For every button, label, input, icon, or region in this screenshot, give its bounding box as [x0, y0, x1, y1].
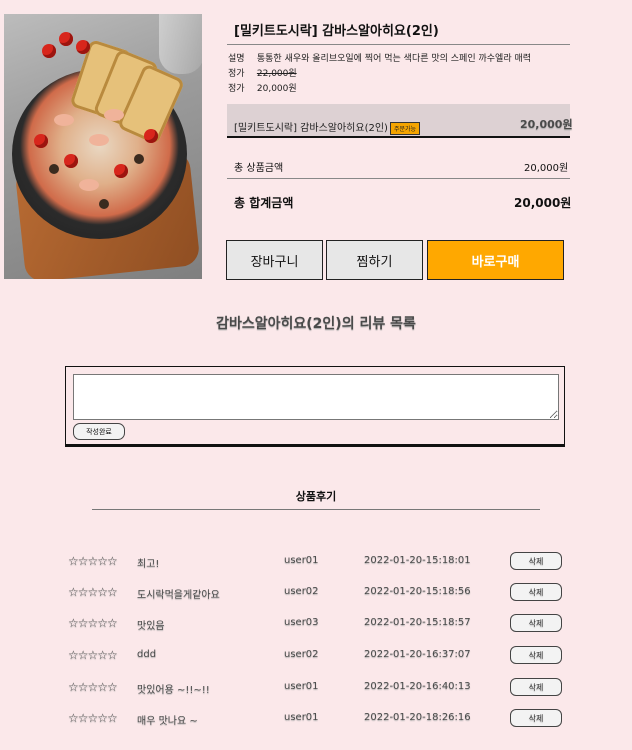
delete-review-button[interactable]: 삭제 — [510, 678, 562, 696]
review-date: 2022-01-20-15:18:57 — [364, 617, 471, 628]
rating-stars: ☆☆☆☆☆ — [68, 648, 118, 662]
review-content: 최고! — [137, 559, 160, 570]
delete-review-button[interactable]: 삭제 — [510, 583, 562, 601]
review-content: 도시락먹을게같아요 — [137, 590, 220, 601]
delete-review-button[interactable]: 삭제 — [510, 709, 562, 727]
reviews-section-title: 상품후기 — [295, 490, 337, 503]
rating-stars: ☆☆☆☆☆ — [68, 554, 118, 568]
delete-review-button[interactable]: 삭제 — [510, 646, 562, 664]
review-content: 매우 맛나요 ~ — [137, 716, 198, 727]
product-title: [밀키트도시락] 감바스알아히요(2인) — [234, 24, 439, 39]
grand-total-label: 총 합계금액 — [234, 196, 294, 210]
price-row: 정가 20,000원 — [228, 81, 297, 94]
review-user: user01 — [284, 681, 319, 692]
delete-review-button[interactable]: 삭제 — [510, 614, 562, 632]
add-to-cart-button[interactable]: 장바구니 — [226, 240, 323, 280]
price-label: 정가 — [228, 84, 245, 94]
review-content: ddd — [137, 649, 157, 660]
review-date: 2022-01-20-16:40:13 — [364, 681, 471, 692]
review-user: user01 — [284, 712, 319, 723]
option-price: 20,000원 — [520, 118, 573, 131]
review-date: 2022-01-20-16:37:07 — [364, 649, 471, 660]
review-user: user03 — [284, 617, 319, 628]
review-row: ☆☆☆☆☆ 맛있음 user03 2022-01-20-15:18:57 삭제 — [0, 614, 632, 634]
review-date: 2022-01-20-15:18:01 — [364, 555, 471, 566]
rating-stars: ☆☆☆☆☆ — [68, 680, 118, 694]
divider — [227, 178, 570, 179]
price: 20,000원 — [256, 84, 297, 94]
wine-glass — [159, 14, 202, 74]
review-list-heading: 감바스알아히요(2인)의 리뷰 목록 — [216, 316, 416, 332]
description-label: 설명 — [228, 54, 245, 64]
review-user: user02 — [284, 586, 319, 597]
product-description-row: 설명 통통한 새우와 올리브오일에 찍어 먹는 색다른 맛의 스페인 까수엘라 … — [228, 51, 531, 64]
review-row: ☆☆☆☆☆ 최고! user01 2022-01-20-15:18:01 삭제 — [0, 552, 632, 572]
option-name: [밀키트도시락] 감바스알아히요(2인) — [234, 123, 388, 134]
review-user: user02 — [284, 649, 319, 660]
grand-total: 20,000원 — [514, 196, 572, 210]
rating-stars: ☆☆☆☆☆ — [68, 616, 118, 630]
wishlist-button[interactable]: 찜하기 — [326, 240, 423, 280]
rating-stars: ☆☆☆☆☆ — [68, 585, 118, 599]
product-total-label: 총 상품금액 — [234, 163, 284, 174]
original-price-label: 정가 — [228, 69, 245, 79]
original-price-row: 정가 22,000원 — [228, 66, 297, 79]
delete-review-button[interactable]: 삭제 — [510, 552, 562, 570]
rating-stars: ☆☆☆☆☆ — [68, 711, 118, 725]
selected-option-name: [밀키트도시락] 감바스알아히요(2인) 주문가능 — [234, 119, 421, 135]
option-badge: 주문가능 — [389, 121, 421, 135]
product-total: 20,000원 — [524, 163, 569, 174]
review-row: ☆☆☆☆☆ 도시락먹을게같아요 user02 2022-01-20-15:18:… — [0, 583, 632, 603]
review-content: 맛있어용 ~!!~!! — [137, 685, 210, 696]
review-date: 2022-01-20-15:18:56 — [364, 586, 471, 597]
review-date: 2022-01-20-18:26:16 — [364, 712, 471, 723]
review-row: ☆☆☆☆☆ ddd user02 2022-01-20-16:37:07 삭제 — [0, 646, 632, 666]
divider — [227, 44, 570, 45]
divider — [92, 509, 540, 510]
review-user: user01 — [284, 555, 319, 566]
review-input[interactable] — [73, 374, 559, 420]
review-content: 맛있음 — [137, 621, 165, 632]
buy-now-button[interactable]: 바로구매 — [427, 240, 564, 280]
product-description: 통통한 새우와 올리브오일에 찍어 먹는 색다른 맛의 스페인 까수엘라 매력 — [256, 54, 532, 64]
original-price: 22,000원 — [256, 69, 297, 79]
product-image — [4, 14, 202, 279]
submit-review-button[interactable]: 작성완료 — [73, 423, 125, 440]
review-row: ☆☆☆☆☆ 매우 맛나요 ~ user01 2022-01-20-18:26:1… — [0, 709, 632, 729]
review-row: ☆☆☆☆☆ 맛있어용 ~!!~!! user01 2022-01-20-16:4… — [0, 678, 632, 698]
